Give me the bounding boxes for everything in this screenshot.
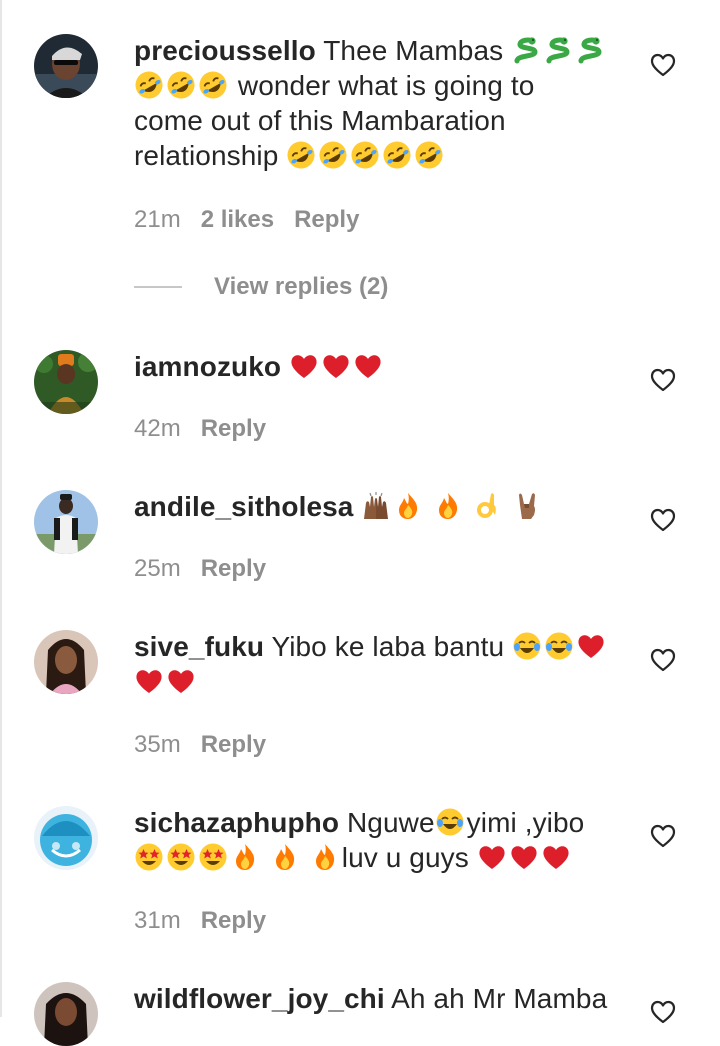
raised-hands-emoji <box>361 491 391 521</box>
avatar[interactable] <box>34 630 98 694</box>
snake-emoji <box>575 35 605 65</box>
rofl-emoji <box>166 70 196 100</box>
comment-timestamp: 21m <box>134 206 181 233</box>
fire-emoji <box>230 842 260 872</box>
comment-meta: 35m Reply <box>134 731 286 759</box>
rofl-emoji <box>318 140 348 170</box>
reply-button[interactable]: Reply <box>201 415 266 442</box>
star-struck-emoji <box>134 842 164 872</box>
comment-timestamp: 31m <box>134 907 181 934</box>
fire-emoji <box>310 842 340 872</box>
avatar[interactable] <box>34 34 98 98</box>
comment-timestamp: 25m <box>134 555 181 582</box>
comment-body: precioussello Thee Mambas wonder what is… <box>134 33 614 173</box>
avatar[interactable] <box>34 350 98 414</box>
tears-of-joy-emoji <box>435 807 465 837</box>
comment-meta: 42m Reply <box>134 415 286 443</box>
comment-text: relationship <box>134 140 279 171</box>
star-struck-emoji <box>166 842 196 872</box>
rofl-emoji <box>134 70 164 100</box>
comment-meta: 21m 2 likes Reply <box>134 206 379 234</box>
fire-emoji <box>393 491 423 521</box>
comment-username[interactable]: andile_sitholesa <box>134 491 353 522</box>
red-heart-emoji <box>166 666 196 696</box>
avatar[interactable] <box>34 982 98 1046</box>
likes-count[interactable]: 2 likes <box>201 206 274 233</box>
red-heart-emoji <box>576 631 606 661</box>
red-heart-emoji <box>289 351 319 381</box>
view-replies-button[interactable]: View replies (2) <box>134 272 388 302</box>
star-struck-emoji <box>198 842 228 872</box>
rofl-emoji <box>414 140 444 170</box>
comment-timestamp: 35m <box>134 731 181 758</box>
red-heart-emoji <box>477 842 507 872</box>
comment-username[interactable]: precioussello <box>134 35 316 66</box>
rofl-emoji <box>382 140 412 170</box>
red-heart-emoji <box>509 842 539 872</box>
comment-body: sive_fuku Yibo ke laba bantu <box>134 629 614 699</box>
fire-emoji <box>433 491 463 521</box>
tears-of-joy-emoji <box>544 631 574 661</box>
snake-emoji <box>543 35 573 65</box>
comments-panel: precioussello Thee Mambas wonder what is… <box>0 0 720 1046</box>
red-heart-emoji <box>134 666 164 696</box>
reply-button[interactable]: Reply <box>294 206 359 233</box>
comment-username[interactable]: sichazaphupho <box>134 807 339 838</box>
snake-emoji <box>511 35 541 65</box>
divider-line <box>134 286 182 288</box>
rofl-emoji <box>286 140 316 170</box>
comment-body: sichazaphupho Nguwe yimi ,yibo luv u guys <box>134 805 614 875</box>
like-heart-icon[interactable] <box>650 648 676 672</box>
comment-text: Thee Mambas <box>323 35 504 66</box>
red-heart-emoji <box>541 842 571 872</box>
like-heart-icon[interactable] <box>650 368 676 392</box>
like-heart-icon[interactable] <box>650 1000 676 1024</box>
avatar[interactable] <box>34 806 98 870</box>
fire-emoji <box>270 842 300 872</box>
rofl-emoji <box>350 140 380 170</box>
comment-meta: 25m Reply <box>134 555 286 583</box>
comment-username[interactable]: sive_fuku <box>134 631 264 662</box>
like-heart-icon[interactable] <box>650 824 676 848</box>
comment-text: yimi ,yibo <box>466 807 585 838</box>
avatar[interactable] <box>34 490 98 554</box>
comment-text: wonder what is going to <box>237 70 535 101</box>
comment-username[interactable]: iamnozuko <box>134 351 281 382</box>
comment-body: andile_sitholesa <box>134 489 614 524</box>
comment-body: wildflower_joy_chi Ah ah Mr Mamba <box>134 981 614 1016</box>
comment-text: luv u guys <box>341 842 469 873</box>
comment-text: Ah ah Mr Mamba <box>391 983 608 1014</box>
rofl-emoji <box>198 70 228 100</box>
ok-hand-emoji <box>473 491 503 521</box>
comment-text: come out of this Mambaration <box>134 105 506 136</box>
comment-text: Nguwe <box>346 807 435 838</box>
reply-button[interactable]: Reply <box>201 907 266 934</box>
comment-username[interactable]: wildflower_joy_chi <box>134 983 385 1014</box>
red-heart-emoji <box>353 351 383 381</box>
comment-body: iamnozuko <box>134 349 614 384</box>
reply-button[interactable]: Reply <box>201 731 266 758</box>
reply-button[interactable]: Reply <box>201 555 266 582</box>
comment-timestamp: 42m <box>134 415 181 442</box>
tears-of-joy-emoji <box>512 631 542 661</box>
view-replies-label[interactable]: View replies (2) <box>214 273 388 301</box>
comment-meta: 31m Reply <box>134 907 286 935</box>
like-heart-icon[interactable] <box>650 508 676 532</box>
comment-text: Yibo ke laba bantu <box>271 631 505 662</box>
red-heart-emoji <box>321 351 351 381</box>
like-heart-icon[interactable] <box>650 53 676 77</box>
rock-on-emoji <box>513 491 543 521</box>
